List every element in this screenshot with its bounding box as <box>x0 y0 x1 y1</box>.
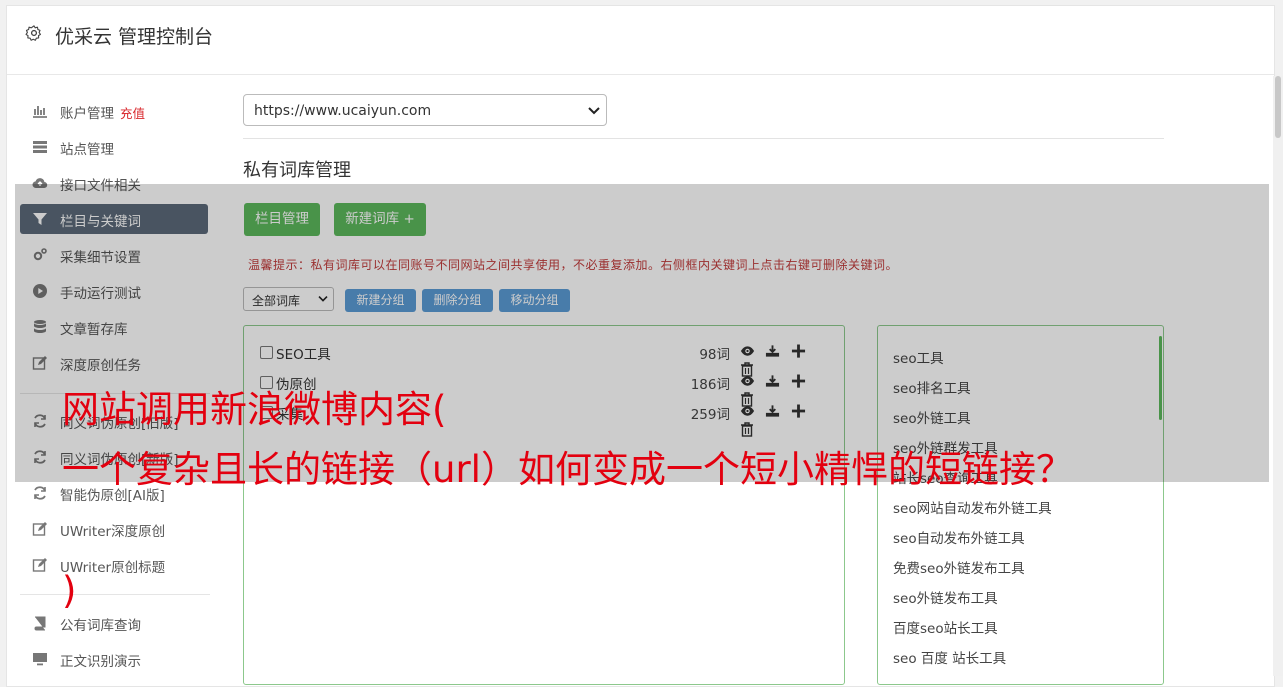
keyword-item[interactable]: seo网站自动发布外链工具 <box>893 497 1052 517</box>
sidebar-item-public-library[interactable]: 公有词库查询 <box>20 608 208 638</box>
monitor-icon <box>33 653 47 666</box>
sidebar-item-text-recognition[interactable]: 正文识别演示 <box>20 644 208 674</box>
sidebar-item-uwriter-title[interactable]: UWriter原创标题 <box>20 550 208 580</box>
overlay-caption-line3: ) <box>62 569 77 612</box>
edit-icon <box>32 558 47 572</box>
site-select-value: https://www.ucaiyun.com <box>254 103 432 119</box>
section-title: 私有词库管理 <box>243 160 351 181</box>
sidebar-item-label: UWriter深度原创 <box>60 524 166 540</box>
refresh-icon <box>34 486 46 500</box>
sidebar-item-label: 账户管理 <box>60 106 114 122</box>
sidebar-divider <box>20 594 210 595</box>
bar-chart-icon <box>33 106 47 118</box>
sidebar-item-label: 公有词库查询 <box>60 618 141 634</box>
page-scrollbar[interactable] <box>1273 6 1283 686</box>
server-icon <box>33 141 47 153</box>
book-icon <box>34 616 46 631</box>
chevron-down-icon <box>588 107 600 115</box>
sidebar-item-label: 正文识别演示 <box>60 654 141 670</box>
site-select[interactable]: https://www.ucaiyun.com <box>243 94 607 126</box>
sidebar-item-sites[interactable]: 站点管理 <box>20 132 208 162</box>
overlay-caption-line1: 网站调用新浪微博内容( <box>62 388 447 431</box>
keyword-item[interactable]: seo自动发布外链工具 <box>893 527 1025 547</box>
page-title: 优采云 管理控制台 <box>55 26 214 48</box>
overlay-caption-line2: 一个复杂且长的链接（url）如何变成一个短小精悍的短链接？ <box>62 448 1073 491</box>
recharge-link[interactable]: 充值 <box>120 106 145 121</box>
keyword-item[interactable]: 免费seo外链发布工具 <box>893 557 1025 577</box>
keyword-item[interactable]: 百度seo站长工具 <box>893 617 998 637</box>
keyword-item[interactable]: seo 百度 站长工具 <box>893 647 1006 667</box>
sidebar-item-uwriter-deep[interactable]: UWriter深度原创 <box>20 514 208 544</box>
sidebar-item-label: 站点管理 <box>60 142 114 158</box>
sidebar-item-account[interactable]: 账户管理 充值 <box>20 96 208 126</box>
edit-icon <box>32 522 47 536</box>
header: 优采云 管理控制台 <box>7 6 1274 75</box>
scrollbar-track <box>1273 76 1283 676</box>
keyword-item[interactable]: seo外链发布工具 <box>893 587 998 607</box>
gear-icon <box>25 25 42 41</box>
scrollbar-thumb[interactable] <box>1275 76 1281 138</box>
overlay-band <box>15 184 1269 482</box>
divider <box>243 138 1164 139</box>
